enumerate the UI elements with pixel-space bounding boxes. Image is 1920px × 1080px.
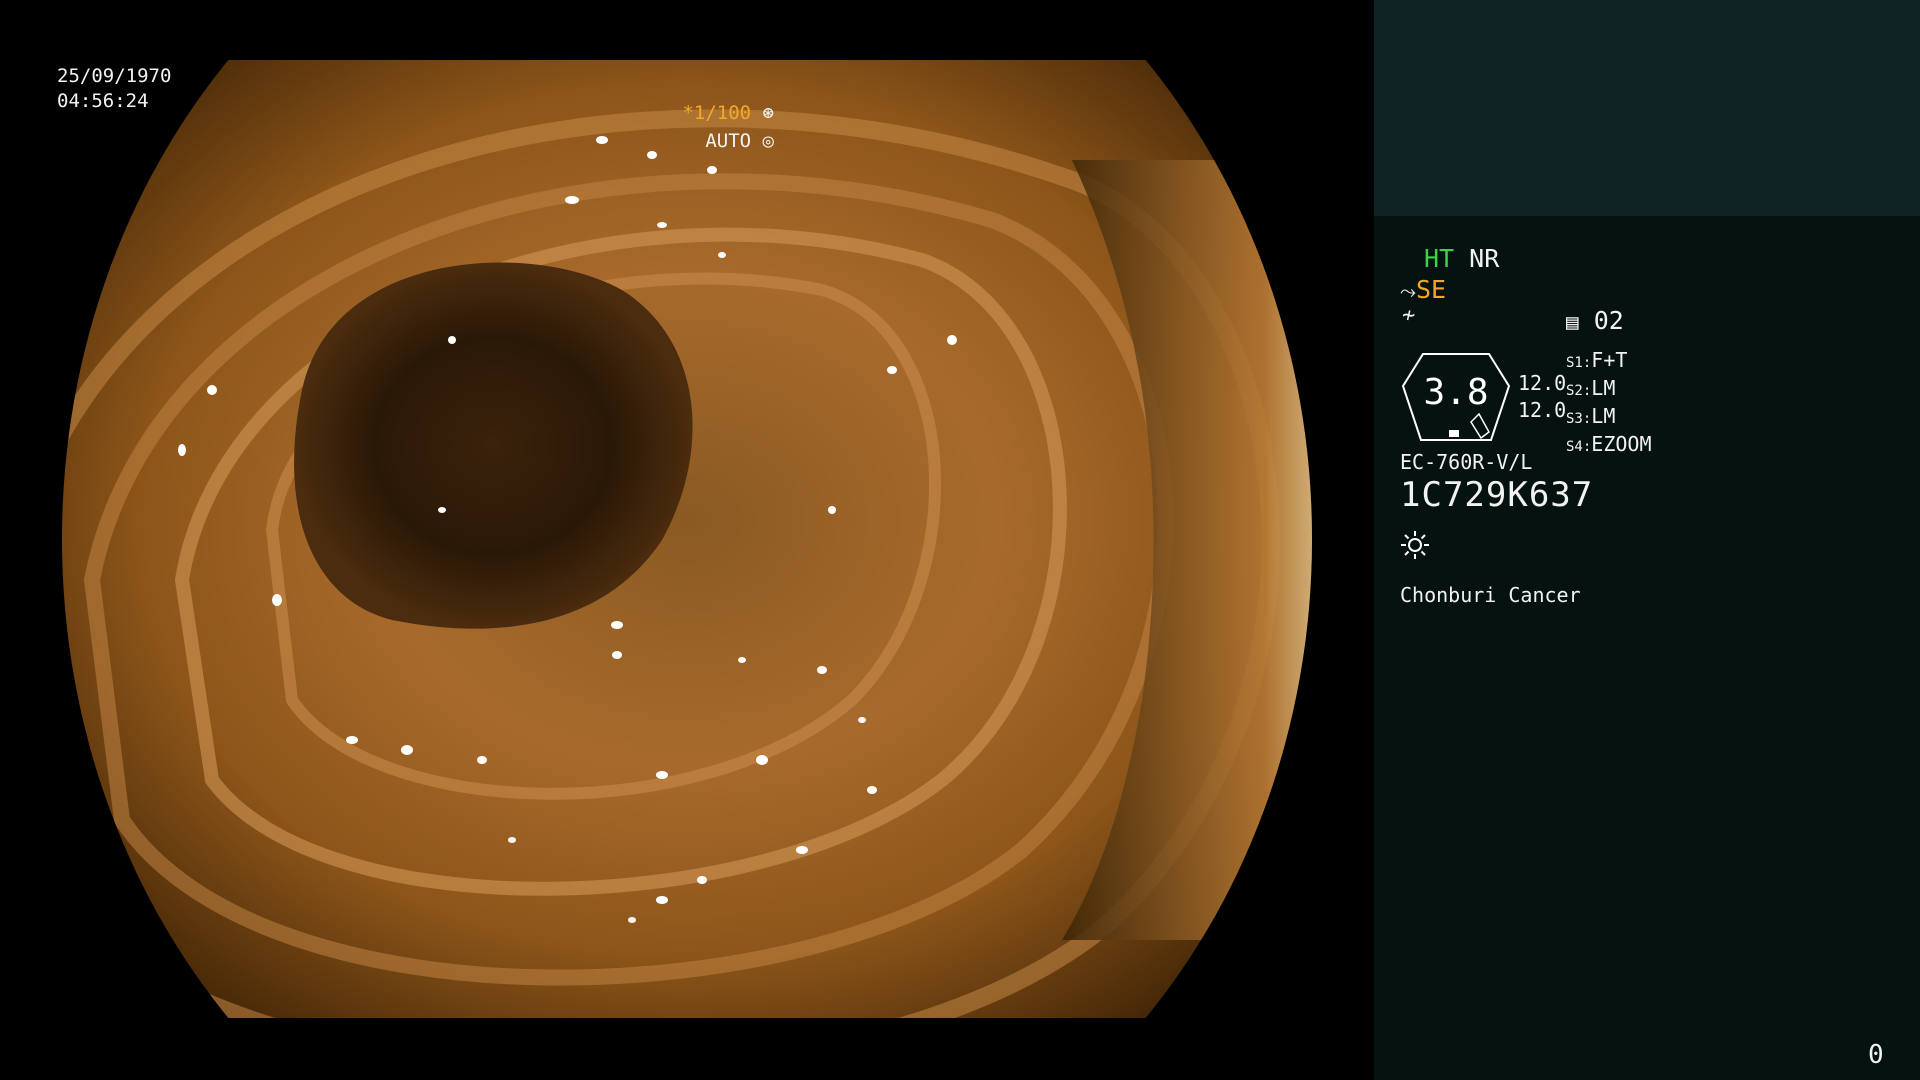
slot-1: S1:F+T [1566,348,1628,372]
mode-ht: HT [1424,244,1455,273]
switch-slots: S1:F+T S2:LM S3:LM S4:EZOOM [1566,348,1652,460]
se-label: SE [1416,275,1447,304]
slot-2: S2:LM [1566,376,1616,400]
value-2: 12.0 [1518,398,1567,422]
corner-number: 0 [1868,1040,1884,1070]
value-1: 12.0 [1518,371,1567,395]
values-list: 12.0 12.0 [1518,370,1566,424]
endoscope-image [62,60,1312,1018]
scope-model: EC-760R-V/L [1400,450,1533,474]
video-area: 25/09/1970 04:56:24 *1/100 ⊛ AUTO ◎ [0,0,1374,1080]
scope-serial: 1C729K637 [1400,475,1594,515]
time-text: 04:56:24 [57,90,149,112]
info-panel-header [1374,0,1920,216]
iris-mode: AUTO [705,130,752,152]
sun-icon [1400,530,1430,560]
iris-icon: ◎ [762,130,774,152]
exposure-overlay: *1/100 ⊛ AUTO ◎ [682,99,774,155]
date-text: 25/09/1970 [57,65,172,87]
shutter-prefix: * [682,102,694,124]
hexagon-frame-icon: 3.8 [1401,352,1511,442]
slot-4: S4:EZOOM [1566,432,1652,456]
datetime-overlay: 25/09/1970 04:56:24 [57,64,171,114]
pump-icon: ⤳ [1400,279,1416,303]
disk-icon: ▤ [1566,310,1579,334]
slot-3: S3:LM [1566,404,1616,428]
info-panel: HT NR ⤳SE ≁ ▤ 02 3.8 12.0 12.0 S1:F+T S2… [1374,0,1920,1080]
image-mode-line: HT NR [1424,244,1499,273]
hospital-name: Chonburi Cancer [1400,583,1581,607]
mode-nr: NR [1469,244,1500,273]
shutter-icon: ⊛ [762,102,774,124]
shutter-speed: 1/100 [693,102,752,124]
colon-lumen-image [62,109,1312,1018]
main-value: 3.8 [1423,372,1489,413]
tilde-icon: ≁ [1402,303,1416,328]
disk-line: ▤ 02 [1566,306,1624,335]
disk-number: 02 [1593,306,1624,335]
se-line: ⤳SE [1400,275,1446,304]
